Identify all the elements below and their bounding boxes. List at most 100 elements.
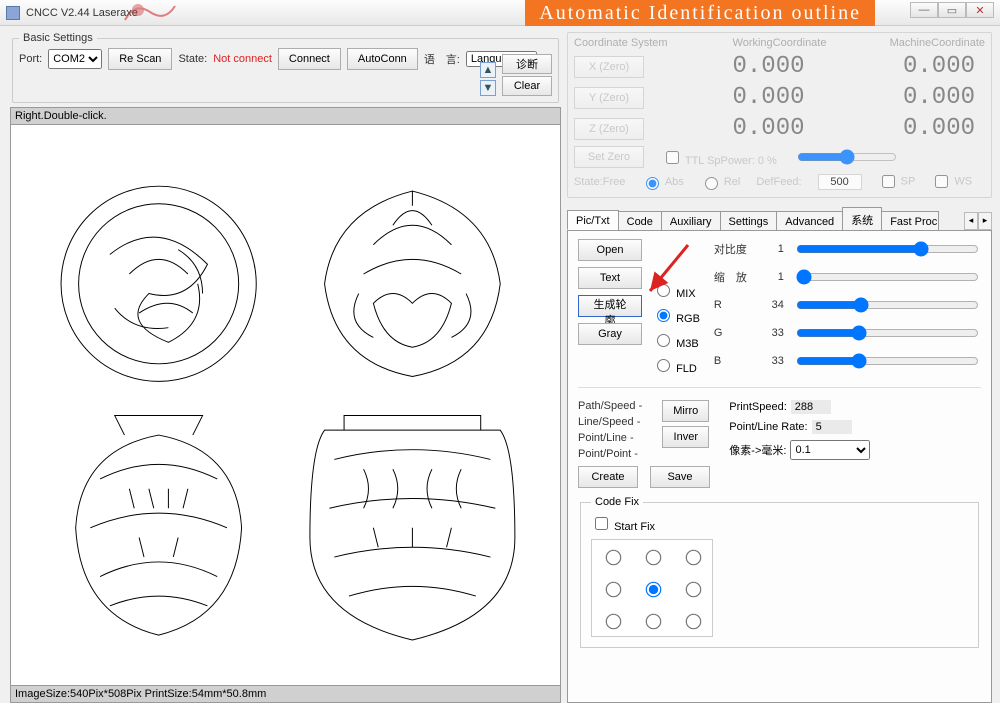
port-select[interactable]: COM2 <box>48 49 102 69</box>
tab-pic-txt[interactable]: Pic/Txt <box>567 210 619 230</box>
fld-radio[interactable] <box>657 359 670 372</box>
b-label: B <box>714 355 750 367</box>
anchor-tl[interactable] <box>605 550 621 566</box>
tab-fast-proc[interactable]: Fast Proc <box>881 211 939 231</box>
start-fix-label: Start Fix <box>591 521 655 533</box>
g-label: G <box>714 327 750 339</box>
scale-label: 缩 放 <box>714 269 750 285</box>
set-zero-button[interactable]: Set Zero <box>574 146 644 168</box>
anchor-tr[interactable] <box>685 550 701 566</box>
x-zero-button[interactable]: X (Zero) <box>574 56 644 78</box>
b-slider[interactable] <box>796 353 979 369</box>
sp-checkbox[interactable] <box>882 175 895 188</box>
ttl-checkbox[interactable] <box>666 151 679 164</box>
g-value: 33 <box>760 327 784 339</box>
anchor-mc[interactable] <box>645 582 661 598</box>
spin-down-button[interactable]: ▼ <box>480 80 496 96</box>
state-label: State: <box>178 53 207 65</box>
plrate-value[interactable]: 5 <box>812 420 852 434</box>
z-zero-button[interactable]: Z (Zero) <box>574 118 644 140</box>
create-button[interactable]: Create <box>578 466 638 488</box>
connect-button[interactable]: Connect <box>278 48 341 70</box>
generate-outline-button[interactable]: 生成轮廓 <box>578 295 642 317</box>
contrast-value: 1 <box>760 243 784 255</box>
r-value: 34 <box>760 299 784 311</box>
tab-scroll-left[interactable]: ◂ <box>964 212 978 230</box>
state-free-label: State:Free <box>574 176 625 188</box>
fld-radio-label: FLD <box>652 356 700 375</box>
ttl-slider[interactable] <box>797 149 897 165</box>
coord-head-system: Coordinate System <box>574 37 711 49</box>
r-label: R <box>714 299 750 311</box>
plrate-label: Point/Line Rate: <box>729 421 807 433</box>
anchor-grid <box>591 539 713 637</box>
anchor-mr[interactable] <box>685 582 701 598</box>
diagnose-button[interactable]: 诊断 <box>502 54 552 74</box>
tab-system[interactable]: 系统 <box>842 207 882 231</box>
mirror-button[interactable]: Mirro <box>662 400 709 422</box>
anchor-tc[interactable] <box>645 550 661 566</box>
path-speed-label: Path/Speed - <box>578 400 642 412</box>
text-button[interactable]: Text <box>578 267 642 289</box>
y-machine-value: 0.000 <box>823 84 986 111</box>
tab-code[interactable]: Code <box>618 211 662 231</box>
z-working-value: 0.000 <box>652 115 815 142</box>
rel-radio[interactable] <box>705 177 718 190</box>
deffeed-label: DefFeed: <box>756 176 801 188</box>
ws-checkbox[interactable] <box>935 175 948 188</box>
tab-advanced[interactable]: Advanced <box>776 211 843 231</box>
gray-button[interactable]: Gray <box>578 323 642 345</box>
rgb-radio-label: RGB <box>652 306 700 325</box>
language-label: 语 言: <box>424 51 460 67</box>
clear-button[interactable]: Clear <box>502 76 552 96</box>
basic-settings-legend: Basic Settings <box>19 32 97 44</box>
code-fix-legend: Code Fix <box>591 496 643 508</box>
tab-settings[interactable]: Settings <box>720 211 778 231</box>
minimize-button[interactable]: — <box>910 2 938 18</box>
point-point-label: Point/Point - <box>578 448 642 460</box>
deffeed-input[interactable] <box>818 174 862 190</box>
rose-decoration-icon <box>120 0 180 26</box>
spin-up-button[interactable]: ▲ <box>480 62 496 78</box>
contrast-slider[interactable] <box>796 241 979 257</box>
rel-radio-label: Rel <box>700 174 741 190</box>
tab-auxiliary[interactable]: Auxiliary <box>661 211 721 231</box>
line-speed-label: Line/Speed - <box>578 416 642 428</box>
g-slider[interactable] <box>796 325 979 341</box>
y-zero-button[interactable]: Y (Zero) <box>574 87 644 109</box>
close-button[interactable]: ✕ <box>966 2 994 18</box>
anchor-bl[interactable] <box>605 614 621 630</box>
autoconn-button[interactable]: AutoConn <box>347 48 418 70</box>
printspeed-label: PrintSpeed: <box>729 401 786 413</box>
ws-checkbox-label: WS <box>931 172 972 191</box>
preview-footer: ImageSize:540Pix*508Pix PrintSize:54mm*5… <box>10 686 561 703</box>
rescan-button[interactable]: Re Scan <box>108 48 172 70</box>
anchor-ml[interactable] <box>605 582 621 598</box>
pxmm-select[interactable]: 0.1 <box>790 440 870 460</box>
rgb-radio[interactable] <box>657 309 670 322</box>
r-slider[interactable] <box>796 297 979 313</box>
point-line-label: Point/Line - <box>578 432 642 444</box>
ttl-checkbox-label: TTL SpPower: 0 % <box>662 148 777 167</box>
scale-slider[interactable] <box>796 269 979 285</box>
coord-head-working: WorkingCoordinate <box>711 37 848 49</box>
anchor-bc[interactable] <box>645 614 661 630</box>
m3b-radio[interactable] <box>657 334 670 347</box>
invert-button[interactable]: Inver <box>662 426 709 448</box>
start-fix-checkbox[interactable] <box>595 517 608 530</box>
app-icon <box>6 6 20 20</box>
preview-hint: Right.Double-click. <box>10 107 561 124</box>
open-button[interactable]: Open <box>578 239 642 261</box>
mix-radio[interactable] <box>657 284 670 297</box>
printspeed-value[interactable]: 288 <box>791 400 831 414</box>
sp-checkbox-label: SP <box>878 172 916 191</box>
banner-title: Automatic Identification outline <box>525 0 875 26</box>
preview-canvas[interactable] <box>10 124 561 686</box>
tab-scroll-right[interactable]: ▸ <box>978 212 992 230</box>
save-button[interactable]: Save <box>650 466 710 488</box>
maximize-button[interactable]: ▭ <box>938 2 966 18</box>
anchor-br[interactable] <box>685 614 701 630</box>
contrast-label: 对比度 <box>714 241 750 257</box>
tab-content: Open Text 生成轮廓 Gray MIX RGB M3B FLD 对比度1… <box>567 231 992 703</box>
abs-radio[interactable] <box>646 177 659 190</box>
